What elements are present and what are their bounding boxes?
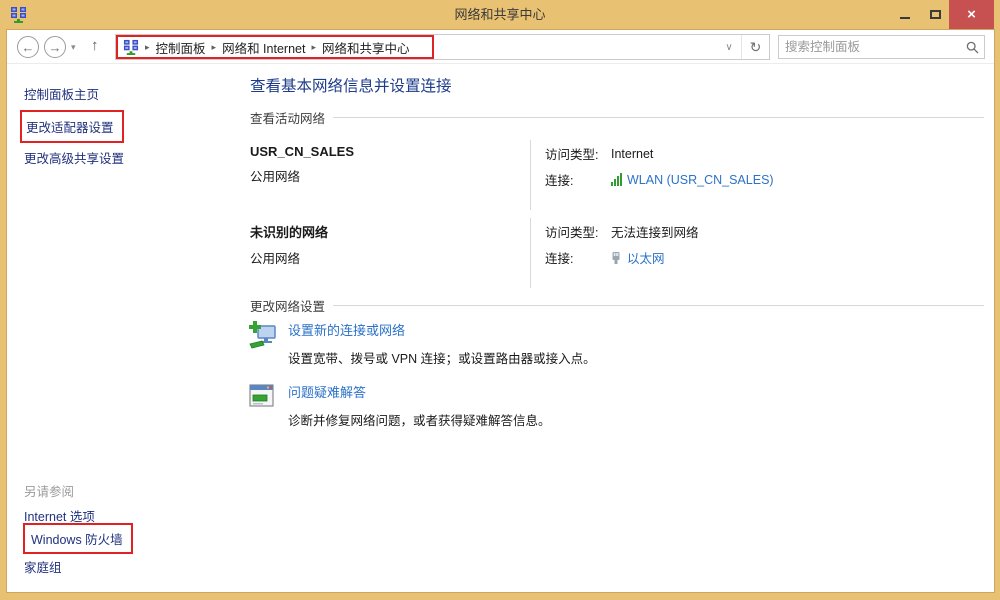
network-name: 未识别的网络 (250, 222, 530, 241)
task-desc-troubleshoot: 诊断并修复网络问题，或者获得疑难解答信息。 (288, 410, 551, 429)
window-title: 网络和共享中心 (0, 0, 1000, 30)
connection-link-wlan[interactable]: WLAN (USR_CN_SALES) (627, 173, 774, 187)
main-panel: 查看基本网络信息并设置连接 查看活动网络 USR_CN_SALES 公用网络 访… (230, 64, 994, 592)
breadcrumb-separator-icon: ▸ (212, 42, 217, 53)
sidebar: 控制面板主页 更改适配器设置 更改高级共享设置 另请参阅 Internet 选项… (7, 64, 230, 592)
ethernet-plug-icon (611, 251, 621, 265)
network-details: 访问类型: 无法连接到网络 连接: 以太网 (530, 218, 984, 288)
connection-label: 连接: (545, 248, 611, 267)
maximize-icon (930, 10, 941, 19)
minimize-button[interactable] (894, 0, 916, 29)
minimize-icon (900, 17, 910, 19)
sidebar-item-change-adapter-settings[interactable]: 更改适配器设置 (20, 110, 124, 143)
recent-pages-dropdown-icon[interactable]: ▾ (71, 42, 76, 53)
address-bar: ▸ 控制面板 ▸ 网络和 Internet ▸ 网络和共享中心 ∨ ↻ (115, 34, 770, 60)
network-identity: 未识别的网络 公用网络 (250, 218, 530, 288)
annotation-box-breadcrumb: ▸ 控制面板 ▸ 网络和 Internet ▸ 网络和共享中心 (116, 35, 434, 59)
wifi-signal-icon (611, 173, 622, 186)
network-name: USR_CN_SALES (250, 144, 530, 159)
network-row-ethernet: 未识别的网络 公用网络 访问类型: 无法连接到网络 连接: (250, 218, 984, 288)
change-settings-section-header: 更改网络设置 (250, 296, 984, 315)
sidebar-item-control-panel-home[interactable]: 控制面板主页 (24, 84, 99, 103)
breadcrumb-item-network-internet[interactable]: 网络和 Internet (222, 38, 305, 57)
task-troubleshoot: 问题疑难解答 诊断并修复网络问题，或者获得疑难解答信息。 (247, 382, 984, 429)
access-type-label: 访问类型: (545, 144, 611, 163)
network-identity: USR_CN_SALES 公用网络 (250, 140, 530, 210)
title-bar: 网络和共享中心 × (0, 0, 1000, 30)
task-link-troubleshoot[interactable]: 问题疑难解答 (288, 382, 551, 401)
section-divider-line (333, 305, 984, 306)
task-new-connection: 设置新的连接或网络 设置宽带、拨号或 VPN 连接；或设置路由器或接入点。 (247, 320, 984, 367)
change-settings-label: 更改网络设置 (250, 296, 325, 315)
access-type-label: 访问类型: (545, 222, 611, 241)
refresh-icon[interactable]: ↻ (741, 35, 769, 59)
forward-button[interactable]: → (44, 36, 66, 58)
network-sharing-center-window: 网络和共享中心 × ← → ▾ ↑ ▸ (0, 0, 1000, 600)
up-button[interactable]: ↑ (91, 37, 99, 54)
breadcrumb-separator-icon: ▸ (145, 42, 150, 53)
access-type-value: 无法连接到网络 (611, 222, 699, 241)
sidebar-item-homegroup[interactable]: 家庭组 (24, 557, 62, 576)
breadcrumb-separator-icon: ▸ (311, 42, 316, 53)
sidebar-item-advanced-sharing-settings[interactable]: 更改高级共享设置 (24, 148, 124, 167)
search-box (778, 35, 985, 59)
section-divider-line (333, 117, 984, 118)
access-type-value: Internet (611, 147, 653, 161)
new-connection-icon[interactable] (247, 320, 277, 350)
address-location-icon[interactable] (123, 39, 139, 55)
navigation-toolbar: ← → ▾ ↑ ▸ 控制面板 ▸ 网络和 Internet (7, 30, 994, 64)
task-desc-new-connection: 设置宽带、拨号或 VPN 连接；或设置路由器或接入点。 (288, 348, 596, 367)
active-networks-section-header: 查看活动网络 (250, 108, 984, 127)
breadcrumb-item-control-panel[interactable]: 控制面板 (156, 38, 206, 57)
content-area: 控制面板主页 更改适配器设置 更改高级共享设置 另请参阅 Internet 选项… (7, 64, 994, 592)
task-link-new-connection[interactable]: 设置新的连接或网络 (288, 320, 596, 339)
search-input[interactable] (779, 40, 960, 54)
sidebar-item-windows-firewall[interactable]: Windows 防火墙 (23, 523, 133, 554)
page-title: 查看基本网络信息并设置连接 (250, 74, 452, 96)
connection-label: 连接: (545, 170, 611, 189)
window-inner: ← → ▾ ↑ ▸ 控制面板 ▸ 网络和 Internet (7, 30, 994, 592)
network-category: 公用网络 (250, 248, 530, 267)
breadcrumb-item-network-sharing-center[interactable]: 网络和共享中心 (322, 38, 410, 57)
connection-link-ethernet[interactable]: 以太网 (627, 248, 665, 267)
address-dropdown-icon[interactable]: ∨ (717, 35, 741, 59)
close-button[interactable]: × (949, 0, 994, 29)
network-category: 公用网络 (250, 166, 530, 185)
address-bar-empty-space (434, 35, 717, 59)
search-icon[interactable] (960, 41, 984, 54)
network-details: 访问类型: Internet 连接: WLAN (USR_CN_SALES) (530, 140, 984, 210)
network-row-wlan: USR_CN_SALES 公用网络 访问类型: Internet 连接: (250, 140, 984, 210)
see-also-label: 另请参阅 (24, 481, 74, 500)
back-button[interactable]: ← (17, 36, 39, 58)
maximize-button[interactable] (924, 0, 946, 29)
active-networks-label: 查看活动网络 (250, 108, 325, 127)
troubleshoot-icon[interactable] (247, 382, 277, 412)
